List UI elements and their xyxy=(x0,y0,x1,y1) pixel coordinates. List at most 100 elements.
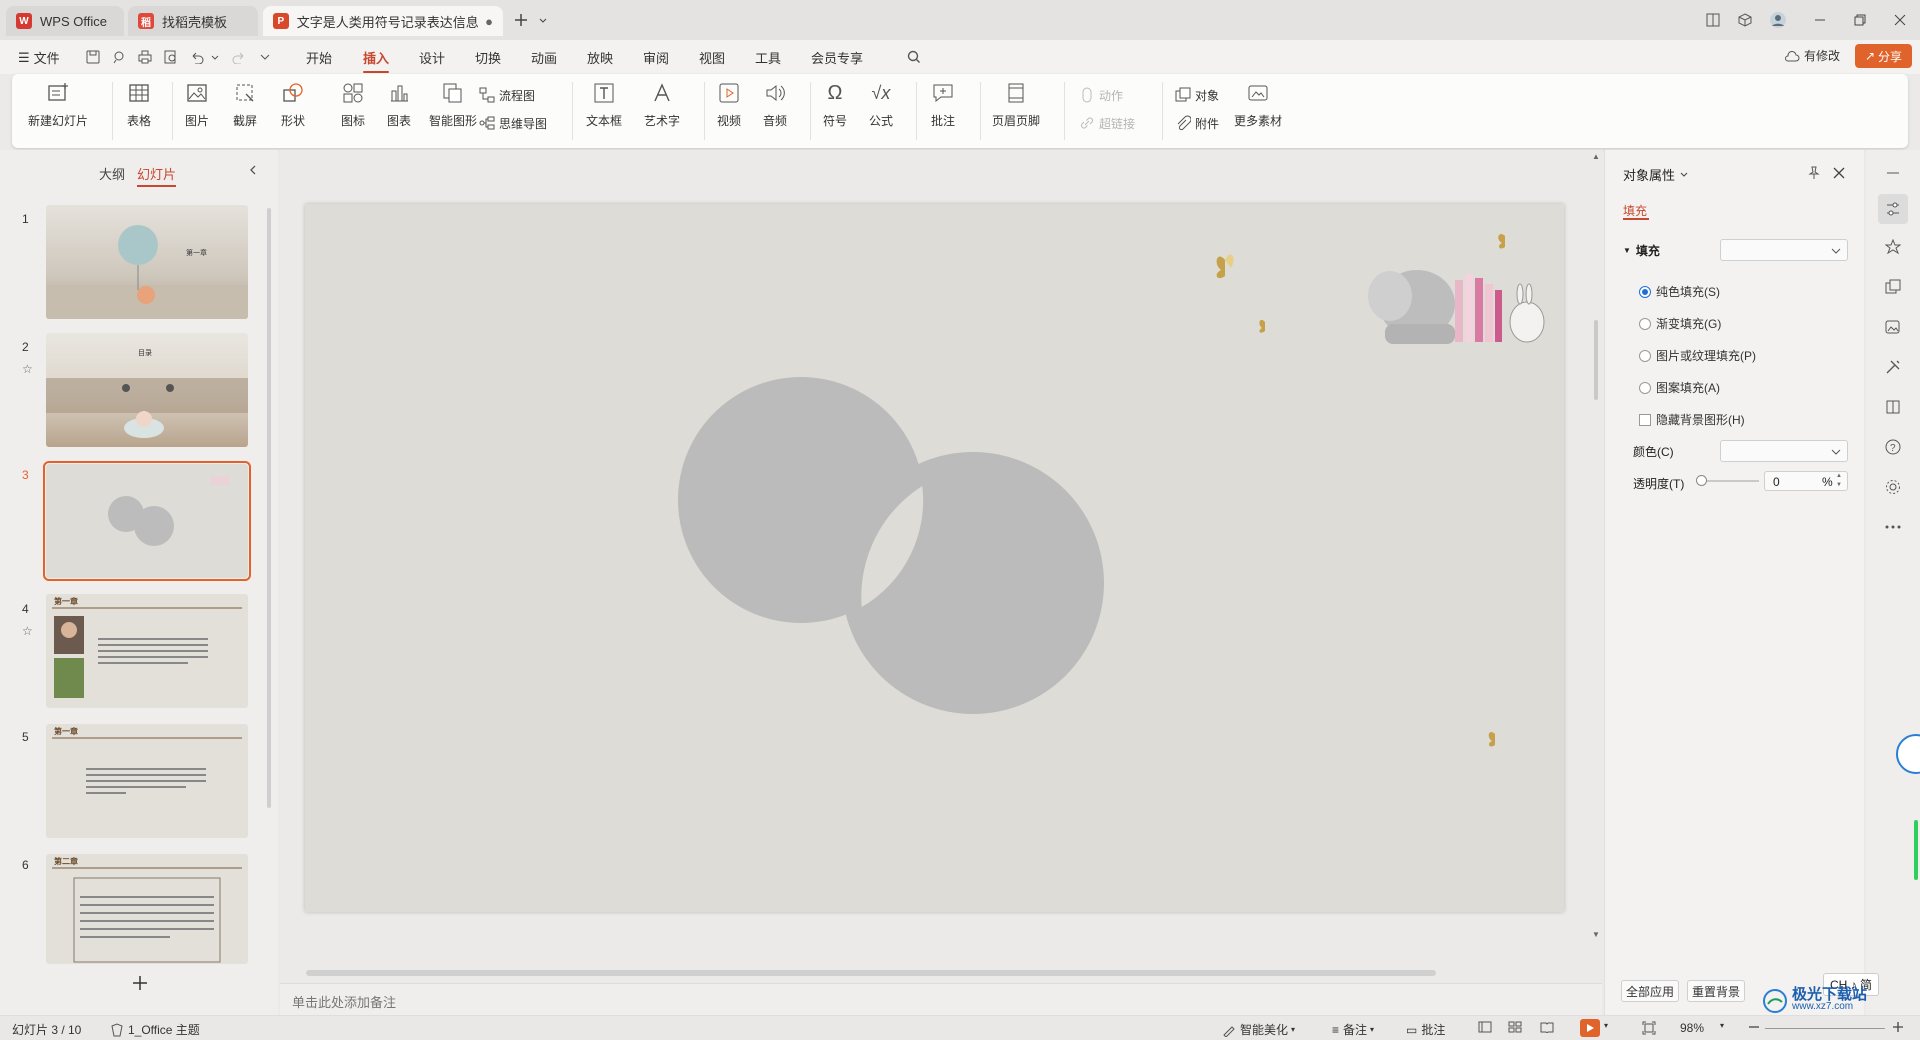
assistant-floating-icon[interactable] xyxy=(1896,734,1920,774)
cube-icon[interactable] xyxy=(1735,10,1755,30)
settings-gear-icon[interactable] xyxy=(1882,476,1904,498)
collapse-panel-chevron-icon[interactable] xyxy=(248,164,258,176)
undo-dropdown-icon[interactable] xyxy=(206,48,224,66)
minimize-icon[interactable] xyxy=(1810,10,1830,30)
tab-presentation[interactable]: P 文字是人类用符号记录表达信息以 ● xyxy=(263,6,503,36)
solid-fill-radio[interactable]: 纯色填充(S) xyxy=(1639,283,1720,300)
smart-beautify-button[interactable]: 智能美化 ▾ xyxy=(1222,1021,1295,1038)
zoom-slider-track[interactable] xyxy=(1765,1028,1885,1029)
menu-home[interactable]: 开始 xyxy=(306,48,332,67)
menu-slideshow[interactable]: 放映 xyxy=(587,48,613,67)
transparency-input[interactable]: 0 % ▲ ▼ xyxy=(1764,471,1848,491)
scroll-down-arrow-icon[interactable]: ▼ xyxy=(1592,930,1600,939)
fill-section-toggle[interactable]: ▼ 填充 xyxy=(1623,242,1660,259)
undo-icon[interactable] xyxy=(188,48,206,66)
quick-access-dropdown-icon[interactable] xyxy=(256,48,274,66)
audio-button[interactable]: 音频 xyxy=(762,80,788,129)
tab-wps-office[interactable]: W WPS Office xyxy=(6,6,124,36)
slide-thumbnail-3[interactable] xyxy=(43,461,251,581)
avatar[interactable] xyxy=(1768,10,1788,30)
hide-bg-checkbox[interactable]: 隐藏背景图形(H) xyxy=(1639,411,1745,428)
zoom-out-icon[interactable] xyxy=(1748,1021,1760,1033)
menu-transition[interactable]: 切换 xyxy=(475,48,501,67)
file-menu[interactable]: ☰ 文件 xyxy=(18,48,60,67)
transparency-slider-track[interactable] xyxy=(1699,480,1759,482)
copy-layers-icon[interactable] xyxy=(1882,276,1904,298)
more-icon[interactable] xyxy=(1882,516,1904,538)
tab-fill[interactable]: 填充 xyxy=(1623,202,1647,219)
search-icon[interactable] xyxy=(905,48,923,66)
textbox-button[interactable]: 文本框 xyxy=(586,80,622,129)
menu-review[interactable]: 审阅 xyxy=(643,48,669,67)
export-icon[interactable] xyxy=(110,48,128,66)
fill-type-dropdown[interactable] xyxy=(1720,239,1848,261)
redo-icon[interactable] xyxy=(230,48,248,66)
smart-graphic-button[interactable]: 智能图形 xyxy=(429,80,477,129)
gradient-fill-radio[interactable]: 渐变填充(G) xyxy=(1639,315,1721,332)
menu-member[interactable]: 会员专享 xyxy=(811,48,863,67)
action-button[interactable]: 动作 xyxy=(1078,86,1123,104)
flowchart-button[interactable]: 流程图 xyxy=(478,86,535,104)
pin-icon[interactable] xyxy=(1807,166,1821,180)
symbol-button[interactable]: Ω 符号 xyxy=(822,80,848,129)
fit-window-icon[interactable] xyxy=(1642,1021,1656,1035)
tab-slides[interactable]: 幻灯片 xyxy=(137,164,177,187)
mindmap-button[interactable]: 思维导图 xyxy=(478,114,547,132)
chart-button[interactable]: 图表 xyxy=(386,80,412,129)
apply-all-button[interactable]: 全部应用 xyxy=(1621,980,1679,1002)
book-icon[interactable] xyxy=(1882,396,1904,418)
panel-title[interactable]: 对象属性 xyxy=(1623,165,1689,184)
notes-toggle-button[interactable]: ≡ 备注 ▾ xyxy=(1332,1021,1374,1038)
comments-toggle-button[interactable]: ▭ 批注 xyxy=(1406,1021,1445,1038)
add-slide-plus-icon[interactable] xyxy=(132,975,148,991)
slideshow-dropdown-icon[interactable]: ▾ xyxy=(1604,1021,1608,1030)
shape-button[interactable]: 形状 xyxy=(280,80,306,129)
tab-docer-templates[interactable]: 稻 找稻壳模板 xyxy=(128,6,258,36)
menu-design[interactable]: 设计 xyxy=(419,48,445,67)
menu-tools[interactable]: 工具 xyxy=(755,48,781,67)
new-tab-plus-icon[interactable] xyxy=(511,10,531,30)
scroll-up-arrow-icon[interactable]: ▲ xyxy=(1592,152,1600,161)
video-button[interactable]: 视频 xyxy=(716,80,742,129)
vertical-scrollbar[interactable]: ▲ ▼ xyxy=(1592,150,1600,980)
star-favorite-icon[interactable] xyxy=(1882,236,1904,258)
reset-background-button[interactable]: 重置背景 xyxy=(1687,980,1745,1002)
close-icon[interactable] xyxy=(1890,10,1910,30)
zoom-in-icon[interactable] xyxy=(1892,1021,1904,1033)
unsaved-dot-icon[interactable]: ● xyxy=(485,14,493,29)
picture-button[interactable]: 图片 xyxy=(184,80,210,129)
screenshot-button[interactable]: 截屏 xyxy=(232,80,258,129)
slide-thumbnail-4[interactable]: 第一章 xyxy=(46,594,248,708)
picture-fill-radio[interactable]: 图片或纹理填充(P) xyxy=(1639,347,1756,364)
menu-view[interactable]: 视图 xyxy=(699,48,725,67)
theme-indicator[interactable]: 1_Office 主题 xyxy=(110,1021,200,1038)
zoom-level[interactable]: 98% xyxy=(1680,1021,1704,1035)
attachment-button[interactable]: 附件 xyxy=(1174,114,1219,132)
comment-button[interactable]: 批注 xyxy=(930,80,956,129)
hyperlink-button[interactable]: 超链接 xyxy=(1078,114,1135,132)
new-slide-button[interactable]: 新建幻灯片 xyxy=(28,80,88,129)
vertical-scroll-thumb[interactable] xyxy=(1594,320,1598,400)
slide-canvas[interactable] xyxy=(305,204,1564,912)
slide-thumbnail-6[interactable]: 第二章 xyxy=(46,854,248,964)
slides-scrollbar[interactable] xyxy=(267,208,271,808)
slide-thumbnail-5[interactable]: 第一章 xyxy=(46,724,248,838)
print-icon[interactable] xyxy=(136,48,154,66)
normal-view-icon[interactable] xyxy=(1478,1021,1492,1033)
close-panel-icon[interactable] xyxy=(1833,167,1845,179)
share-button[interactable]: ↗ 分享 xyxy=(1855,44,1912,68)
menu-insert[interactable]: 插入 xyxy=(363,48,390,73)
grid-view-icon[interactable] xyxy=(1508,1021,1522,1033)
help-icon[interactable]: ? xyxy=(1882,436,1904,458)
table-button[interactable]: 表格 xyxy=(126,80,152,129)
collapse-icon[interactable] xyxy=(1882,162,1904,184)
save-icon[interactable] xyxy=(84,48,102,66)
slide-thumbnail-2[interactable]: 目录 xyxy=(46,333,248,447)
tools-icon[interactable] xyxy=(1882,356,1904,378)
header-footer-button[interactable]: 页眉页脚 xyxy=(992,80,1040,129)
notes-pane[interactable]: 单击此处添加备注 xyxy=(280,983,1602,1015)
spin-down-icon[interactable]: ▼ xyxy=(1836,482,1842,488)
tab-outline[interactable]: 大纲 xyxy=(99,164,125,183)
properties-sliders-icon[interactable] xyxy=(1878,194,1908,224)
layout-icon[interactable] xyxy=(1703,10,1723,30)
